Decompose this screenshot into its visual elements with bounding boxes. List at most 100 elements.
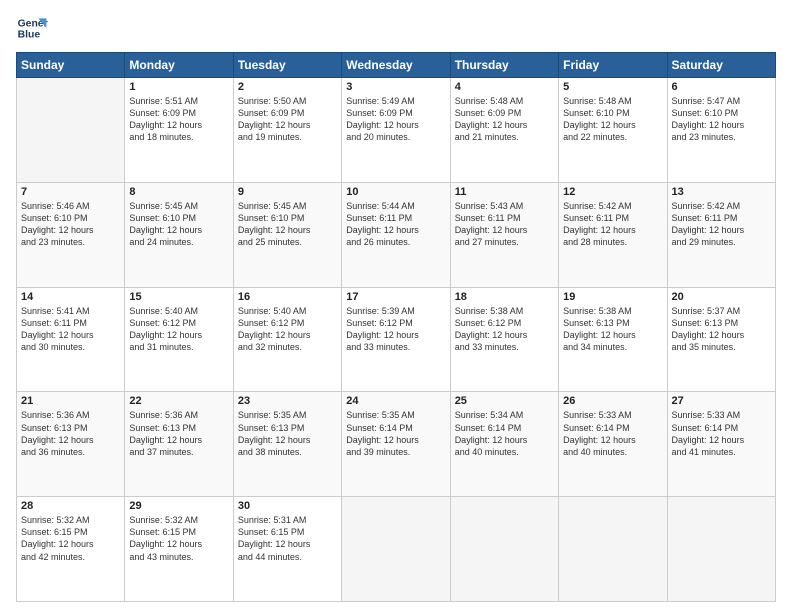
day-info: Sunrise: 5:45 AM Sunset: 6:10 PM Dayligh… [129,200,228,249]
calendar-cell: 20Sunrise: 5:37 AM Sunset: 6:13 PM Dayli… [667,287,775,392]
day-info: Sunrise: 5:36 AM Sunset: 6:13 PM Dayligh… [129,409,228,458]
calendar-cell [450,497,558,602]
day-info: Sunrise: 5:42 AM Sunset: 6:11 PM Dayligh… [672,200,771,249]
day-number: 24 [346,395,445,407]
calendar-cell: 30Sunrise: 5:31 AM Sunset: 6:15 PM Dayli… [233,497,341,602]
calendar-cell: 15 Sunrise: 5:40 AM Sunset: 6:12 PM Dayli… [125,287,233,392]
day-info: Sunrise: 5:39 AM Sunset: 6:12 PM Dayligh… [346,305,445,354]
day-info: Sunrise: 5:34 AM Sunset: 6:14 PM Dayligh… [455,409,554,458]
day-info: Sunrise: 5:33 AM Sunset: 6:14 PM Dayligh… [672,409,771,458]
day-number: 5 [563,81,662,93]
calendar-cell: 18 Sunrise: 5:38 AM Sunset: 6:12 PM Dayli… [450,287,558,392]
calendar-cell: 27 Sunrise: 5:33 AM Sunset: 6:14 PM Dayli… [667,392,775,497]
day-info: Sunrise: 5:40 AM Sunset: 6:12 PM Dayligh… [238,305,337,354]
calendar-cell: 13 Sunrise: 5:42 AM Sunset: 6:11 PM Dayli… [667,182,775,287]
calendar-cell: 21 Sunrise: 5:36 AM Sunset: 6:13 PM Dayli… [17,392,125,497]
calendar-cell: 16 Sunrise: 5:40 AM Sunset: 6:12 PM Dayli… [233,287,341,392]
day-number: 10 [346,186,445,198]
calendar-cell: 23 Sunrise: 5:35 AM Sunset: 6:13 PM Dayli… [233,392,341,497]
calendar-cell: 22 Sunrise: 5:36 AM Sunset: 6:13 PM Dayli… [125,392,233,497]
col-header-wednesday: Wednesday [342,53,450,78]
calendar-cell: 2Sunrise: 5:50 AM Sunset: 6:09 PM Daylig… [233,78,341,183]
day-number: 18 [455,291,554,303]
day-info: Sunrise: 5:35 AM Sunset: 6:14 PM Dayligh… [346,409,445,458]
day-number: 13 [672,186,771,198]
day-number: 11 [455,186,554,198]
col-header-monday: Monday [125,53,233,78]
day-info: Sunrise: 5:31 AM Sunset: 6:15 PM Dayligh… [238,514,337,563]
day-number: 28 [21,500,120,512]
calendar-cell [667,497,775,602]
day-number: 15 [129,291,228,303]
day-info: Sunrise: 5:48 AM Sunset: 6:09 PM Dayligh… [455,95,554,144]
calendar-cell: 7 Sunrise: 5:46 AM Sunset: 6:10 PM Daylig… [17,182,125,287]
day-info: Sunrise: 5:41 AM Sunset: 6:11 PM Dayligh… [21,305,120,354]
day-info: Sunrise: 5:51 AM Sunset: 6:09 PM Dayligh… [129,95,228,144]
day-info: Sunrise: 5:38 AM Sunset: 6:13 PM Dayligh… [563,305,662,354]
day-info: Sunrise: 5:45 AM Sunset: 6:10 PM Dayligh… [238,200,337,249]
day-number: 19 [563,291,662,303]
day-number: 1 [129,81,228,93]
calendar-cell: 25 Sunrise: 5:34 AM Sunset: 6:14 PM Dayli… [450,392,558,497]
day-number: 9 [238,186,337,198]
logo: General Blue [16,12,52,44]
day-info: Sunrise: 5:48 AM Sunset: 6:10 PM Dayligh… [563,95,662,144]
page-header: General Blue [16,12,776,44]
calendar-table: SundayMondayTuesdayWednesdayThursdayFrid… [16,52,776,602]
day-info: Sunrise: 5:38 AM Sunset: 6:12 PM Dayligh… [455,305,554,354]
calendar-cell: 1 Sunrise: 5:51 AM Sunset: 6:09 PM Daylig… [125,78,233,183]
calendar-cell: 9 Sunrise: 5:45 AM Sunset: 6:10 PM Daylig… [233,182,341,287]
calendar-cell: 14Sunrise: 5:41 AM Sunset: 6:11 PM Dayli… [17,287,125,392]
calendar-cell [559,497,667,602]
day-number: 17 [346,291,445,303]
day-number: 27 [672,395,771,407]
calendar-cell: 26 Sunrise: 5:33 AM Sunset: 6:14 PM Dayli… [559,392,667,497]
day-info: Sunrise: 5:46 AM Sunset: 6:10 PM Dayligh… [21,200,120,249]
day-info: Sunrise: 5:33 AM Sunset: 6:14 PM Dayligh… [563,409,662,458]
day-number: 4 [455,81,554,93]
day-info: Sunrise: 5:35 AM Sunset: 6:13 PM Dayligh… [238,409,337,458]
day-info: Sunrise: 5:32 AM Sunset: 6:15 PM Dayligh… [21,514,120,563]
day-info: Sunrise: 5:49 AM Sunset: 6:09 PM Dayligh… [346,95,445,144]
day-info: Sunrise: 5:47 AM Sunset: 6:10 PM Dayligh… [672,95,771,144]
day-number: 8 [129,186,228,198]
calendar-cell: 6 Sunrise: 5:47 AM Sunset: 6:10 PM Daylig… [667,78,775,183]
calendar-cell: 4 Sunrise: 5:48 AM Sunset: 6:09 PM Daylig… [450,78,558,183]
day-number: 3 [346,81,445,93]
calendar-cell: 28 Sunrise: 5:32 AM Sunset: 6:15 PM Dayli… [17,497,125,602]
day-number: 6 [672,81,771,93]
col-header-saturday: Saturday [667,53,775,78]
day-info: Sunrise: 5:32 AM Sunset: 6:15 PM Dayligh… [129,514,228,563]
day-number: 16 [238,291,337,303]
calendar-cell: 29 Sunrise: 5:32 AM Sunset: 6:15 PM Dayli… [125,497,233,602]
calendar-cell: 10 Sunrise: 5:44 AM Sunset: 6:11 PM Dayli… [342,182,450,287]
day-info: Sunrise: 5:43 AM Sunset: 6:11 PM Dayligh… [455,200,554,249]
calendar-cell: 19 Sunrise: 5:38 AM Sunset: 6:13 PM Dayli… [559,287,667,392]
day-number: 12 [563,186,662,198]
col-header-sunday: Sunday [17,53,125,78]
calendar-cell: 11 Sunrise: 5:43 AM Sunset: 6:11 PM Dayli… [450,182,558,287]
col-header-tuesday: Tuesday [233,53,341,78]
day-number: 21 [21,395,120,407]
calendar-cell [17,78,125,183]
calendar-cell: 24 Sunrise: 5:35 AM Sunset: 6:14 PM Dayli… [342,392,450,497]
day-info: Sunrise: 5:40 AM Sunset: 6:12 PM Dayligh… [129,305,228,354]
day-number: 7 [21,186,120,198]
day-number: 29 [129,500,228,512]
calendar-cell: 17 Sunrise: 5:39 AM Sunset: 6:12 PM Dayli… [342,287,450,392]
day-number: 23 [238,395,337,407]
col-header-friday: Friday [559,53,667,78]
day-number: 20 [672,291,771,303]
calendar-cell: 3 Sunrise: 5:49 AM Sunset: 6:09 PM Daylig… [342,78,450,183]
svg-text:Blue: Blue [18,30,41,41]
day-info: Sunrise: 5:36 AM Sunset: 6:13 PM Dayligh… [21,409,120,458]
calendar-cell: 5 Sunrise: 5:48 AM Sunset: 6:10 PM Daylig… [559,78,667,183]
day-number: 26 [563,395,662,407]
calendar-cell: 12 Sunrise: 5:42 AM Sunset: 6:11 PM Dayli… [559,182,667,287]
day-number: 22 [129,395,228,407]
day-info: Sunrise: 5:44 AM Sunset: 6:11 PM Dayligh… [346,200,445,249]
day-number: 25 [455,395,554,407]
col-header-thursday: Thursday [450,53,558,78]
calendar-cell [342,497,450,602]
day-info: Sunrise: 5:42 AM Sunset: 6:11 PM Dayligh… [563,200,662,249]
